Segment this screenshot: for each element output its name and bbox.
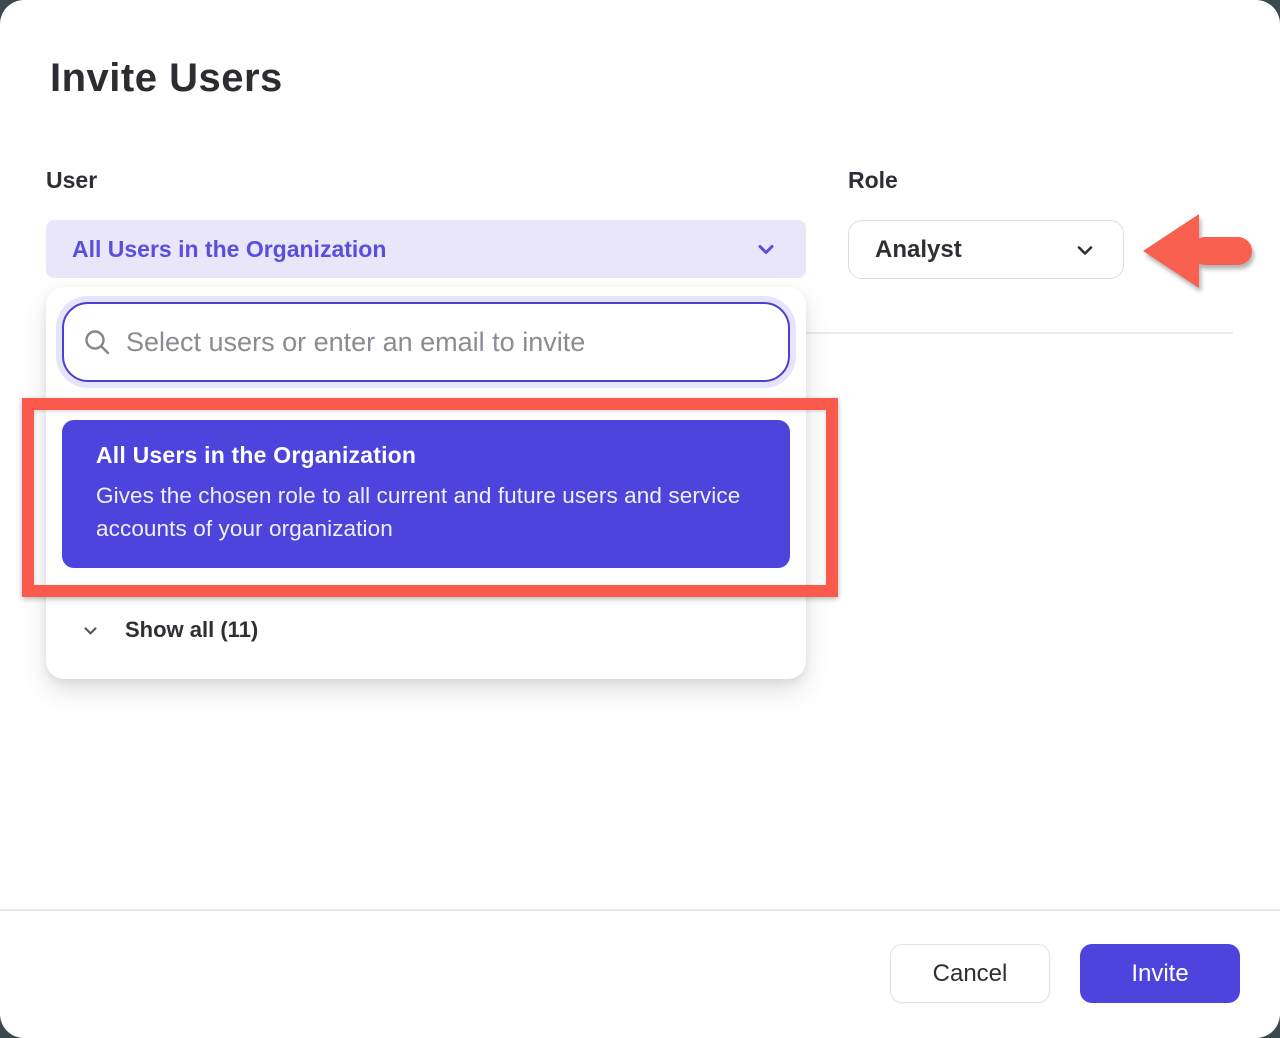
show-all-label: Show all (11) [125,617,258,643]
chevron-down-icon [754,237,778,261]
role-select-value: Analyst [875,236,1073,264]
option-description: Gives the chosen role to all current and… [96,479,756,545]
role-select-dropdown[interactable]: Analyst [848,220,1124,279]
invite-users-modal: Invite Users User Role All Users in the … [0,0,1280,1038]
search-icon [82,327,112,357]
page-title: Invite Users [50,56,283,101]
option-title: All Users in the Organization [96,442,756,469]
user-search-box [62,302,790,382]
user-field-label: User [46,167,97,194]
footer-divider [0,909,1280,911]
cancel-button[interactable]: Cancel [890,944,1050,1003]
annotation-arrow-icon [1141,208,1253,292]
chevron-down-icon [1073,238,1097,262]
user-search-input[interactable] [126,327,768,358]
chevron-down-icon [82,622,99,639]
user-select-dropdown[interactable]: All Users in the Organization [46,220,806,278]
show-all-toggle[interactable]: Show all (11) [46,605,806,655]
user-select-value: All Users in the Organization [72,236,754,263]
user-dropdown-panel: All Users in the Organization Gives the … [46,287,806,679]
invite-button[interactable]: Invite [1080,944,1240,1003]
role-field-label: Role [848,167,898,194]
option-all-users[interactable]: All Users in the Organization Gives the … [62,420,790,568]
